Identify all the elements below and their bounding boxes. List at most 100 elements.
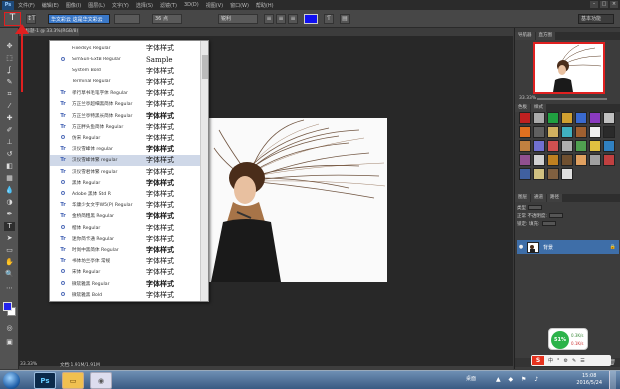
warp-text-button[interactable]: Ƭ	[324, 14, 334, 24]
tab-navigator[interactable]: 导航器	[515, 32, 535, 40]
font-list-item[interactable]: O Adobe 黑体 Std R 字体样式	[50, 189, 202, 200]
menu-edit[interactable]: 编辑(E)	[42, 2, 59, 9]
style-swatch[interactable]	[547, 168, 559, 180]
style-swatch[interactable]	[589, 126, 601, 138]
menu-layer[interactable]: 图层(L)	[88, 2, 105, 9]
minimize-button[interactable]: –	[590, 1, 598, 8]
style-swatch[interactable]	[561, 168, 573, 180]
font-list-item[interactable]: Tr 时尚中黑简体 Regular 字体样式	[50, 245, 202, 256]
blend-mode-dropdown[interactable]: 正常	[517, 214, 526, 219]
network-speed-widget[interactable]: 51% 0.3K/s 0.1K/s	[548, 328, 588, 350]
font-list-item[interactable]: System Bold 字体样式	[50, 65, 202, 76]
font-list-item[interactable]: Terminal Regular 字体样式	[50, 77, 202, 88]
style-swatch[interactable]	[589, 140, 601, 152]
ime-menu-icon[interactable]: ☰	[580, 358, 584, 364]
style-swatch[interactable]	[575, 112, 587, 124]
ime-toolbar[interactable]: S 中 ° ⚙ ✎ ☰	[531, 355, 611, 366]
eyedropper-tool-icon[interactable]: ⁄	[4, 102, 15, 111]
style-swatch[interactable]	[603, 140, 615, 152]
style-swatch[interactable]	[519, 168, 531, 180]
align-left-button[interactable]: ≡	[264, 14, 274, 24]
blur-tool-icon[interactable]: 💧	[4, 186, 15, 195]
document-canvas-photo[interactable]	[209, 118, 387, 282]
menu-type[interactable]: 文字(Y)	[112, 2, 129, 9]
clone-stamp-tool-icon[interactable]: ⊥	[4, 138, 15, 147]
antialias-dropdown[interactable]: 锐利	[218, 14, 258, 24]
text-color-swatch[interactable]	[304, 14, 318, 24]
font-family-dropdown[interactable]: 华文彩云 这是华文彩云	[48, 14, 110, 24]
menu-filter[interactable]: 滤镜(T)	[160, 2, 177, 9]
style-swatch[interactable]	[561, 154, 573, 166]
style-swatch[interactable]	[603, 112, 615, 124]
maximize-button[interactable]: □	[600, 1, 608, 8]
font-style-dropdown[interactable]	[114, 14, 140, 24]
tab-histogram[interactable]: 直方图	[535, 32, 555, 40]
ime-mode-icon[interactable]: 中	[548, 357, 553, 364]
clock[interactable]: 15:08 2016/5/24	[576, 373, 602, 387]
layer-item-background[interactable]: ● 背景 🔒	[517, 240, 619, 254]
shape-tool-icon[interactable]: ▭	[4, 246, 15, 255]
pen-tool-icon[interactable]: ✒	[4, 210, 15, 219]
healing-brush-tool-icon[interactable]: ✚	[4, 114, 15, 123]
menu-3d[interactable]: 3D(D)	[184, 2, 199, 9]
font-list-scrollbar[interactable]	[200, 41, 208, 301]
style-swatch[interactable]	[547, 126, 559, 138]
style-swatch[interactable]	[561, 112, 573, 124]
font-size-dropdown[interactable]: 36 点	[152, 14, 182, 24]
sogou-logo-icon[interactable]: S	[532, 356, 544, 365]
history-brush-tool-icon[interactable]: ↺	[4, 150, 15, 159]
visibility-eye-icon[interactable]: ●	[517, 244, 525, 250]
show-desktop-button[interactable]	[609, 371, 616, 389]
font-list-item[interactable]: O 仿宋 Regular 字体样式	[50, 133, 202, 144]
font-list-item[interactable]: O 楷体 Regular 字体样式	[50, 222, 202, 233]
style-swatch[interactable]	[575, 126, 587, 138]
font-list-item[interactable]: Tr 方正兰亭特黑长简体 Regular 字体样式	[50, 110, 202, 121]
font-list-item[interactable]: Tr 迷你简卡通 Regular 字体样式	[50, 233, 202, 244]
style-swatch[interactable]	[533, 140, 545, 152]
font-list-item[interactable]: Tr 汉仪雪峰体 regular 字体样式	[50, 144, 202, 155]
eraser-tool-icon[interactable]: ◧	[4, 162, 15, 171]
scrollbar-thumb[interactable]	[202, 55, 208, 79]
tab-swatches[interactable]: 色板	[515, 104, 530, 112]
font-list-item[interactable]: Tr 汉仪雪峰体繁 regular 字体样式	[50, 155, 202, 166]
style-swatch[interactable]	[533, 154, 545, 166]
style-swatch[interactable]	[589, 154, 601, 166]
zoom-tool-icon[interactable]: 🔍	[4, 270, 15, 279]
font-list-item[interactable]: Tr 华康少女文字W5(P) Regular 字体样式	[50, 200, 202, 211]
style-swatch[interactable]	[519, 126, 531, 138]
align-right-button[interactable]: ≡	[288, 14, 298, 24]
brush-tool-icon[interactable]: ✐	[4, 126, 15, 135]
style-swatch[interactable]	[575, 154, 587, 166]
ime-settings-icon[interactable]: ⚙	[564, 358, 568, 364]
workspace-switcher[interactable]: 基本功能	[578, 14, 614, 24]
type-tool-icon[interactable]: T	[4, 222, 15, 231]
style-swatch[interactable]	[519, 154, 531, 166]
font-list-item[interactable]: Tr 书体坊兰亭体 常规 字体样式	[50, 256, 202, 267]
gradient-tool-icon[interactable]: ▦	[4, 174, 15, 183]
style-swatch[interactable]	[519, 112, 531, 124]
menu-file[interactable]: 文件(F)	[18, 2, 35, 9]
font-list-item[interactable]: O 微软雅黑 Regular 字体样式	[50, 278, 202, 289]
foreground-color-swatch[interactable]	[3, 302, 12, 311]
opacity-field[interactable]	[548, 213, 563, 218]
taskbar-explorer-icon[interactable]: ▭	[62, 372, 84, 389]
tab-styles[interactable]: 样式	[531, 104, 546, 112]
menu-help[interactable]: 帮助(H)	[256, 2, 274, 9]
style-swatch[interactable]	[589, 112, 601, 124]
style-swatch[interactable]	[547, 154, 559, 166]
style-swatch[interactable]	[561, 126, 573, 138]
style-swatch[interactable]	[603, 126, 615, 138]
taskbar-photoshop[interactable]: Ps	[34, 372, 56, 389]
more-tools-icon[interactable]: ⋯	[4, 284, 15, 293]
character-panel-button[interactable]: ▤	[340, 14, 350, 24]
style-swatch[interactable]	[519, 140, 531, 152]
taskbar-app-icon[interactable]: ◉	[90, 372, 112, 389]
navigator-zoom-slider[interactable]	[537, 98, 607, 100]
desktop-toolbar-label[interactable]: 桌面	[466, 375, 476, 382]
align-center-button[interactable]: ≡	[276, 14, 286, 24]
dodge-tool-icon[interactable]: ◑	[4, 198, 15, 207]
font-list-item[interactable]: Tr 孝行草书毛笔字体 Regular 字体样式	[50, 88, 202, 99]
hand-tool-icon[interactable]: ✋	[4, 258, 15, 267]
close-button[interactable]: ×	[610, 1, 618, 8]
font-list-item[interactable]: Tr 方正胖头鱼简体 Regular 字体样式	[50, 121, 202, 132]
